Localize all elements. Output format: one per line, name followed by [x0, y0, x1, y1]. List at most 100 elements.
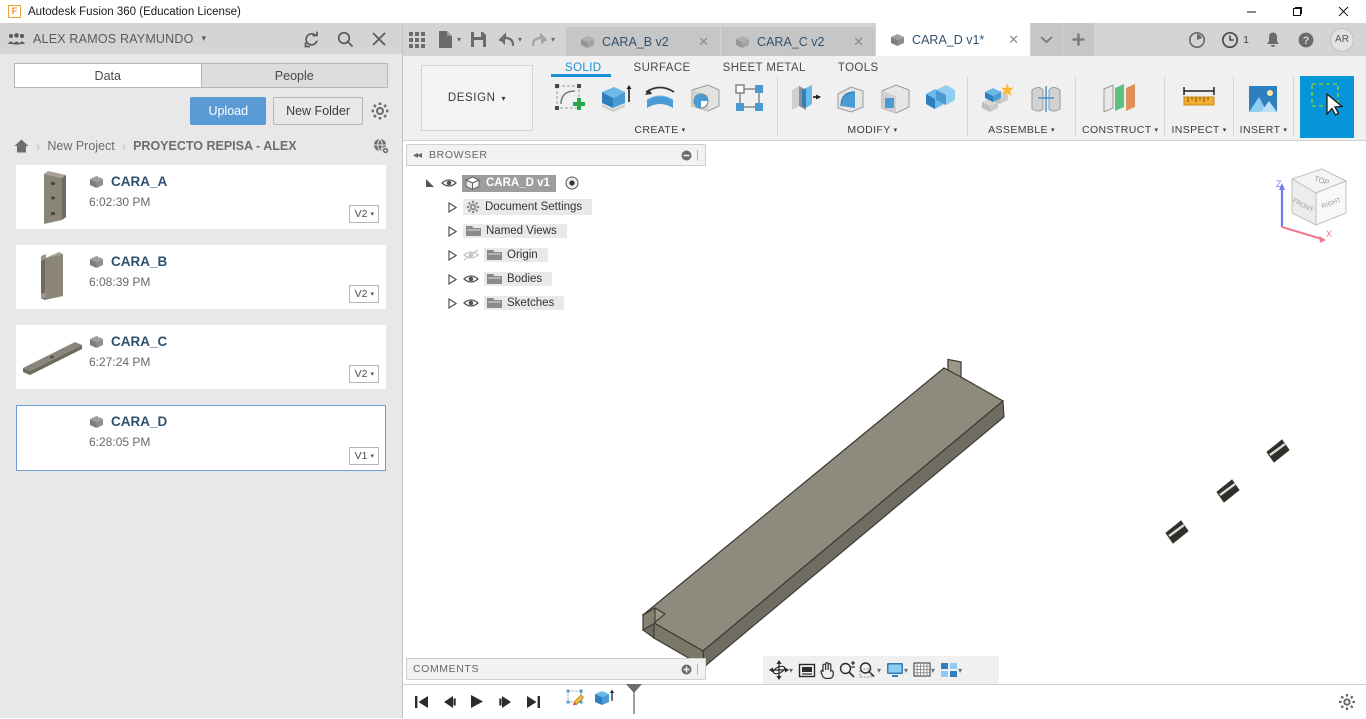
settings-gear-icon[interactable]: [1338, 693, 1356, 711]
comments-resize-handle[interactable]: |: [696, 663, 699, 675]
document-tab[interactable]: CARA_B v2 ✕: [566, 27, 721, 56]
orbit-caret[interactable]: ▾: [789, 666, 793, 675]
revolve-icon[interactable]: [639, 78, 681, 120]
pattern-icon[interactable]: [729, 78, 771, 120]
grid-snaps-caret[interactable]: ▾: [931, 666, 935, 675]
zoom-window-icon[interactable]: [858, 661, 877, 679]
clock-icon[interactable]: [1221, 31, 1239, 49]
redo-caret[interactable]: ▾: [551, 35, 555, 44]
look-at-icon[interactable]: [798, 661, 816, 679]
close-panel-icon[interactable]: [370, 30, 388, 48]
minimize-button[interactable]: [1228, 0, 1274, 23]
version-badge[interactable]: V1 ▾: [349, 447, 379, 465]
tab-overflow-button[interactable]: [1031, 23, 1063, 56]
extrude-icon[interactable]: [594, 78, 636, 120]
version-badge[interactable]: V2 ▾: [349, 285, 379, 303]
tab-people[interactable]: People: [201, 63, 389, 88]
insert-image-icon[interactable]: [1240, 78, 1286, 120]
timeline-go-to-end[interactable]: [525, 694, 541, 710]
bell-icon[interactable]: [1264, 31, 1282, 49]
measure-icon[interactable]: [1176, 78, 1222, 120]
tab-tools[interactable]: TOOLS: [822, 56, 895, 78]
timeline-step-forward[interactable]: [497, 694, 513, 710]
search-icon[interactable]: [336, 30, 354, 48]
model-body[interactable]: [403, 141, 1366, 718]
tab-surface[interactable]: SURFACE: [618, 56, 707, 78]
list-item[interactable]: CARA_B 6:08:39 PM V2 ▾: [16, 245, 386, 309]
pan-icon[interactable]: [818, 661, 836, 679]
select-window-icon[interactable]: [1300, 78, 1354, 120]
viewports-icon[interactable]: [940, 662, 958, 678]
document-tab-active[interactable]: CARA_D v1* ✕: [876, 23, 1031, 56]
panel-label-insert[interactable]: INSERT ▾: [1240, 124, 1288, 136]
version-badge[interactable]: V2 ▾: [349, 365, 379, 383]
job-status-icon[interactable]: [1188, 31, 1206, 49]
tab-data[interactable]: Data: [14, 63, 201, 88]
refresh-icon[interactable]: [302, 30, 320, 48]
view-cube[interactable]: TOP FRONT RIGHT Z X: [1260, 159, 1356, 249]
design-canvas[interactable]: ◂◂ BROWSER |: [403, 141, 1366, 718]
panel-label-construct[interactable]: CONSTRUCT ▾: [1082, 124, 1158, 136]
display-settings-caret[interactable]: ▾: [904, 666, 908, 675]
workspace-switcher[interactable]: DESIGN ▾: [421, 65, 533, 131]
panel-label-inspect[interactable]: INSPECT ▾: [1171, 124, 1226, 136]
close-tab-icon[interactable]: ✕: [1003, 32, 1024, 48]
zoom-window-caret[interactable]: ▾: [877, 666, 881, 675]
display-settings-icon[interactable]: [886, 662, 904, 678]
offset-plane-icon[interactable]: [1097, 78, 1143, 120]
timeline-play[interactable]: [469, 694, 485, 710]
viewports-caret[interactable]: ▾: [958, 666, 962, 675]
panel-label-create[interactable]: CREATE ▾: [634, 124, 685, 136]
tab-sheet-metal[interactable]: SHEET METAL: [707, 56, 822, 78]
timeline-step-back[interactable]: [441, 694, 457, 710]
gear-icon[interactable]: [370, 101, 390, 121]
file-time: 6:08:39 PM: [89, 275, 385, 289]
redo-icon[interactable]: [525, 23, 553, 56]
joint-icon[interactable]: [1023, 78, 1069, 120]
account-name[interactable]: ALEX RAMOS RAYMUNDO: [33, 32, 194, 46]
breadcrumb-parent[interactable]: New Project: [47, 139, 114, 153]
new-document-caret[interactable]: ▾: [457, 35, 461, 44]
combine-icon[interactable]: [919, 78, 961, 120]
sweep-icon[interactable]: [684, 78, 726, 120]
orbit-icon[interactable]: [769, 660, 789, 680]
panel-create: CREATE ▾: [543, 76, 777, 136]
new-component-icon[interactable]: [974, 78, 1020, 120]
new-folder-button[interactable]: New Folder: [273, 97, 363, 125]
extrude-feature-icon[interactable]: [593, 688, 615, 715]
add-comment-icon[interactable]: [681, 664, 692, 675]
close-button[interactable]: [1320, 0, 1366, 23]
grid-apps-icon[interactable]: [403, 23, 431, 56]
fillet-icon[interactable]: [829, 78, 871, 120]
list-item[interactable]: CARA_A 6:02:30 PM V2 ▾: [16, 165, 386, 229]
new-document-icon[interactable]: [431, 23, 459, 56]
grid-snaps-icon[interactable]: [913, 662, 931, 678]
undo-icon[interactable]: [492, 23, 520, 56]
avatar[interactable]: AR: [1330, 28, 1354, 52]
close-tab-icon[interactable]: ✕: [693, 34, 714, 50]
panel-label-assemble[interactable]: ASSEMBLE ▾: [988, 124, 1055, 136]
timeline-go-to-beginning[interactable]: [413, 694, 429, 710]
panel-label-modify[interactable]: MODIFY ▾: [847, 124, 897, 136]
create-sketch-icon[interactable]: [549, 78, 591, 120]
comments-panel[interactable]: COMMENTS |: [406, 658, 706, 680]
help-icon[interactable]: ?: [1297, 31, 1315, 49]
undo-caret[interactable]: ▾: [518, 35, 522, 44]
globe-share-icon[interactable]: [372, 137, 390, 155]
maximize-button[interactable]: [1274, 0, 1320, 23]
new-tab-button[interactable]: [1063, 23, 1095, 56]
press-pull-icon[interactable]: [784, 78, 826, 120]
zoom-icon[interactable]: [838, 661, 856, 679]
shell-icon[interactable]: [874, 78, 916, 120]
save-icon[interactable]: [464, 23, 492, 56]
document-tab[interactable]: CARA_C v2 ✕: [721, 27, 876, 56]
upload-button[interactable]: Upload: [190, 97, 266, 125]
account-dropdown-caret[interactable]: ▾: [202, 33, 207, 44]
version-badge[interactable]: V2 ▾: [349, 205, 379, 223]
list-item-selected[interactable]: CARA_D 6:28:05 PM V1 ▾: [16, 405, 386, 471]
sketch-feature-icon[interactable]: [565, 688, 587, 715]
home-icon[interactable]: [14, 139, 29, 153]
timeline-marker[interactable]: [623, 684, 645, 719]
list-item[interactable]: CARA_C 6:27:24 PM V2 ▾: [16, 325, 386, 389]
close-tab-icon[interactable]: ✕: [848, 34, 869, 50]
